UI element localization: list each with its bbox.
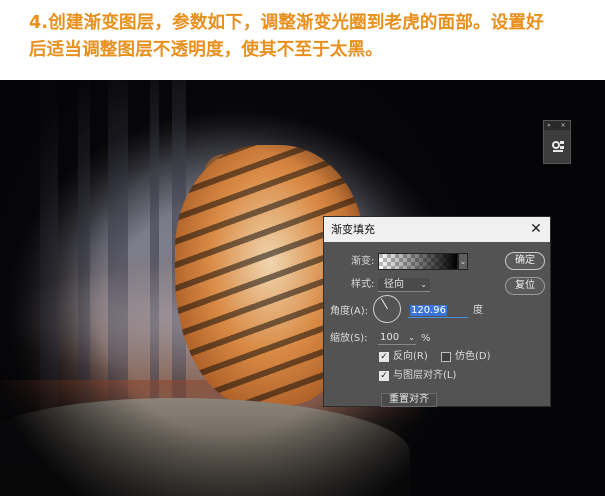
ok-button[interactable]: 确定	[505, 252, 545, 270]
angle-label: 角度(A):	[330, 306, 369, 317]
scale-input[interactable]: 100 ⌄	[378, 331, 416, 345]
panel-top-bar[interactable]: » ×	[544, 121, 570, 130]
tutorial-caption: 4.创建渐变图层，参数如下，调整渐变光圈到老虎的面部。设置好 后适当调整图层不透…	[29, 10, 589, 64]
angle-value: 120.96	[410, 305, 447, 316]
collapsed-panel[interactable]: » ×	[543, 120, 571, 164]
gradient-label: 渐变:	[351, 256, 375, 267]
layer-adjust-icon[interactable]	[551, 139, 565, 153]
angle-dial[interactable]	[373, 295, 401, 323]
angle-needle	[380, 298, 388, 309]
chevron-down-icon: ⌄	[408, 333, 415, 342]
gradient-swatch[interactable]	[378, 253, 458, 270]
reverse-label: 反向(R)	[393, 351, 428, 362]
style-value: 径向	[384, 279, 404, 290]
photoshop-canvas[interactable]: » × 渐变填充 ✕ 渐变: ⌄ 确定 复位 样式: 径向 ⌄ 角度(A): 1…	[0, 80, 605, 496]
panel-close-icon[interactable]: ×	[561, 122, 566, 129]
caption-line-1: 4.创建渐变图层，参数如下，调整渐变光圈到老虎的面部。设置好	[29, 13, 544, 33]
style-label: 样式:	[351, 279, 375, 290]
angle-unit: 度	[473, 305, 483, 316]
align-with-layer-label: 与图层对齐(L)	[393, 370, 457, 381]
style-select[interactable]: 径向 ⌄	[378, 278, 430, 292]
angle-input[interactable]: 120.96	[408, 303, 468, 318]
dither-label: 仿色(D)	[455, 351, 491, 362]
scale-value: 100	[380, 332, 400, 343]
dither-checkbox[interactable]	[441, 352, 451, 362]
reset-button[interactable]: 复位	[505, 277, 545, 295]
align-with-layer-checkbox[interactable]: ✓	[379, 371, 389, 381]
gradient-fill-dialog: 渐变填充 ✕ 渐变: ⌄ 确定 复位 样式: 径向 ⌄ 角度(A): 120.9…	[323, 216, 551, 407]
close-icon[interactable]: ✕	[529, 222, 543, 236]
caption-line-2: 后适当调整图层不透明度，使其不至于太黑。	[29, 40, 383, 60]
scale-label: 缩放(S):	[330, 333, 368, 344]
collapse-icon[interactable]: »	[547, 122, 551, 129]
dialog-title: 渐变填充	[324, 217, 550, 242]
gradient-dropdown-icon[interactable]: ⌄	[458, 253, 468, 270]
scale-unit: %	[421, 333, 431, 344]
reverse-checkbox[interactable]: ✓	[379, 352, 389, 362]
chevron-down-icon: ⌄	[420, 280, 427, 289]
reset-alignment-button[interactable]: 重置对齐	[381, 393, 437, 407]
